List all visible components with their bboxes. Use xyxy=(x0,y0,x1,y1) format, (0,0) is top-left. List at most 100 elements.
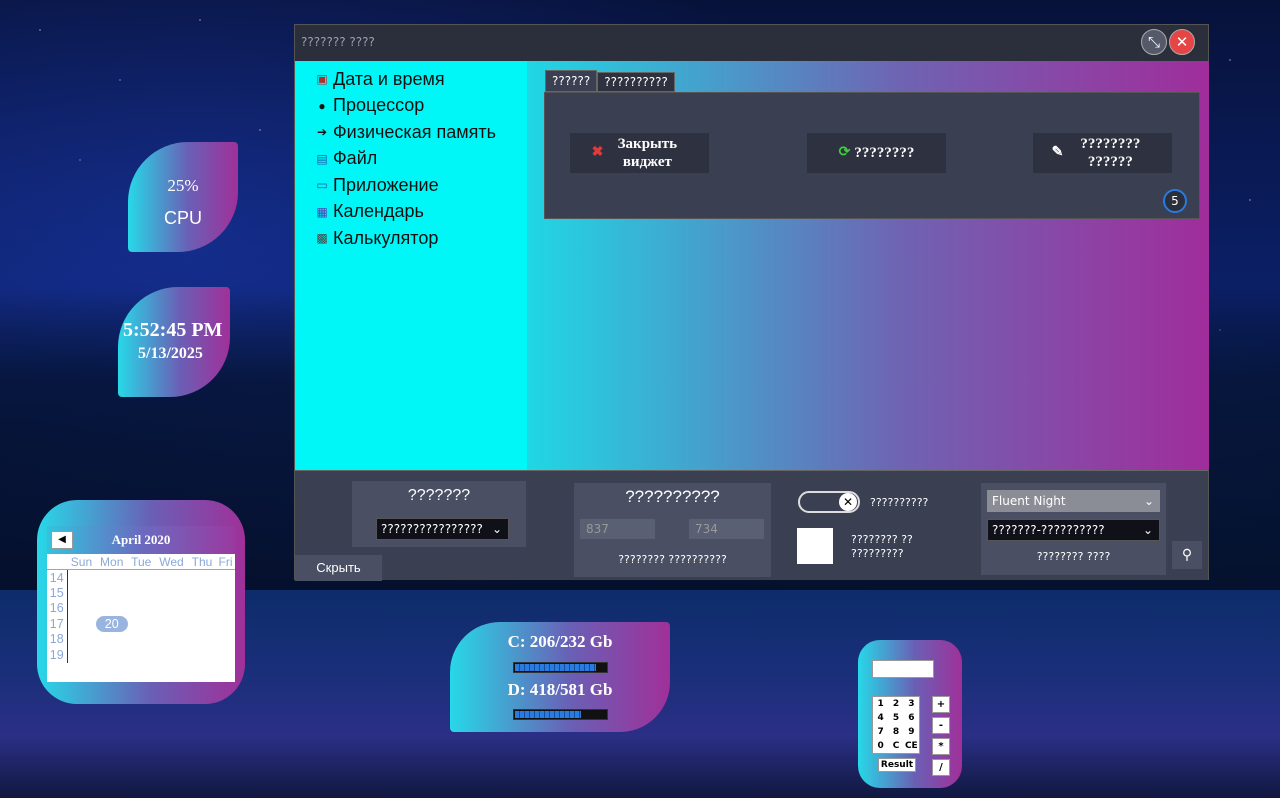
calc-key[interactable]: 2 xyxy=(888,697,903,711)
calc-divide-button[interactable]: / xyxy=(932,759,950,776)
calendar-day[interactable]: 8 xyxy=(155,585,188,601)
calendar-day[interactable]: 13 xyxy=(96,601,128,617)
calendar-day[interactable]: 30 xyxy=(96,570,128,586)
calendar-day[interactable]: 21 xyxy=(128,616,155,632)
calendar-day[interactable]: 8 xyxy=(216,647,235,663)
calendar-day[interactable]: 22 xyxy=(155,616,188,632)
binoculars-icon[interactable]: ⚲ xyxy=(1172,541,1202,569)
close-widget-button[interactable]: ✖ Закрыть виджет xyxy=(570,133,709,173)
calendar-day[interactable]: 27 xyxy=(96,632,128,648)
disk-widget[interactable]: C: 206/232 Gb D: 418/581 Gb xyxy=(450,622,670,732)
group-header: ??????? xyxy=(407,487,471,504)
tab-general[interactable]: ?????? xyxy=(545,70,598,92)
calendar-day[interactable]: 6 xyxy=(96,585,128,601)
calc-key-ce[interactable]: CE xyxy=(904,739,919,753)
theme-dropdown[interactable]: Fluent Night ⌄ xyxy=(987,490,1160,512)
calendar-day[interactable]: 3 xyxy=(67,647,96,663)
edit-button[interactable]: ✎ ???????? ?????? xyxy=(1033,133,1172,173)
sidebar-item-file[interactable]: ▤ Файл xyxy=(295,146,527,173)
calendar-day[interactable]: 19 xyxy=(67,616,96,632)
refresh-icon: ⟳ xyxy=(838,145,851,160)
calendar-day[interactable]: 10 xyxy=(216,585,235,601)
calendar-day[interactable]: 2 xyxy=(188,570,216,586)
prev-month-button[interactable]: ◀ xyxy=(51,531,73,549)
sidebar-item-cpu[interactable]: ● Процессор xyxy=(295,93,527,120)
calendar-day[interactable]: 12 xyxy=(67,601,96,617)
calendar-day[interactable]: 4 xyxy=(96,647,128,663)
weekday-label: Thu xyxy=(188,554,217,570)
width-input[interactable]: 837 xyxy=(580,519,655,539)
calc-key[interactable]: 6 xyxy=(904,711,919,725)
calendar-widget[interactable]: ◀ April 2020 Sun Mon Tue Wed Thu Fri 14 2… xyxy=(37,500,245,704)
calc-plus-button[interactable]: + xyxy=(932,696,950,713)
calendar-day[interactable]: 7 xyxy=(128,585,155,601)
calendar-day[interactable]: 5 xyxy=(67,585,96,601)
content-area: ?????? ?????????? ✖ Закрыть виджет ⟳ ???… xyxy=(527,61,1209,470)
calendar-day[interactable]: 23 xyxy=(188,616,216,632)
calendar-day[interactable]: 24 xyxy=(216,616,235,632)
calendar-day[interactable]: 5 xyxy=(128,647,155,663)
close-icon[interactable]: ✕ xyxy=(1169,29,1195,55)
calendar-day[interactable]: 31 xyxy=(128,570,155,586)
sidebar-item-datetime[interactable]: ▣ Дата и время xyxy=(295,66,527,93)
calc-key[interactable]: 1 xyxy=(873,697,888,711)
calendar-week-row: 15 5 6 7 8 9 10 xyxy=(47,585,235,601)
calc-result-button[interactable]: Result xyxy=(878,758,916,772)
calendar-day[interactable]: 14 xyxy=(128,601,155,617)
dropdown-value: ???????-?????????? xyxy=(992,523,1105,537)
arrow-right-icon: ➔ xyxy=(316,125,328,140)
toggle-switch[interactable]: ✕ xyxy=(798,491,860,513)
calendar-day[interactable]: 20 xyxy=(95,616,128,632)
style-dropdown[interactable]: ???????-?????????? ⌄ xyxy=(987,519,1160,541)
window-titlebar[interactable]: ??????? ???? ⤡ ✕ xyxy=(295,25,1208,61)
calendar-day[interactable]: 17 xyxy=(216,601,235,617)
calendar-day[interactable]: 6 xyxy=(155,647,188,663)
height-input[interactable]: 734 xyxy=(689,519,764,539)
calendar-day[interactable]: 9 xyxy=(188,585,216,601)
clock-date: 5/13/2025 xyxy=(138,345,203,362)
calculator-widget[interactable]: 1 2 3 4 5 6 7 8 9 0 C CE + - * / Result xyxy=(858,640,962,788)
sidebar-item-calculator[interactable]: ▩ Калькулятор xyxy=(295,225,527,252)
position-dropdown[interactable]: ???????????????? ⌄ xyxy=(376,518,509,540)
calc-minus-button[interactable]: - xyxy=(932,717,950,734)
calc-key[interactable]: 8 xyxy=(888,725,903,739)
calendar-day[interactable]: 30 xyxy=(188,632,216,648)
calendar-day[interactable]: 28 xyxy=(128,632,155,648)
calc-key[interactable]: 4 xyxy=(873,711,888,725)
calculator-display[interactable] xyxy=(872,660,934,678)
calendar-day[interactable]: 1 xyxy=(155,570,188,586)
calendar-day[interactable]: 16 xyxy=(188,601,216,617)
calendar-day[interactable]: 29 xyxy=(155,632,188,648)
button-label: Закрыть виджет xyxy=(617,136,678,170)
cpu-icon: ● xyxy=(318,98,326,113)
calendar-day[interactable]: 7 xyxy=(188,647,216,663)
calc-key[interactable]: 0 xyxy=(873,739,888,753)
toggle-label: ?????????? xyxy=(870,496,929,509)
restore-icon[interactable]: ⤡ xyxy=(1141,29,1167,55)
week-number-header xyxy=(47,554,67,570)
window-title: ??????? ???? xyxy=(301,35,375,49)
calc-key[interactable]: 9 xyxy=(904,725,919,739)
sidebar-item-calendar[interactable]: ▦ Календарь xyxy=(295,199,527,226)
refresh-button[interactable]: ⟳ ???????? xyxy=(807,133,946,173)
hide-button[interactable]: Скрыть xyxy=(295,555,382,581)
calendar-panel: ◀ April 2020 Sun Mon Tue Wed Thu Fri 14 2… xyxy=(47,526,235,682)
calc-key[interactable]: 5 xyxy=(888,711,903,725)
sidebar-item-memory[interactable]: ➔ Физическая память xyxy=(295,119,527,146)
disk-d-progress xyxy=(513,709,608,720)
calc-multiply-button[interactable]: * xyxy=(932,738,950,755)
calc-key[interactable]: C xyxy=(888,739,903,753)
calc-key[interactable]: 7 xyxy=(873,725,888,739)
color-swatch[interactable] xyxy=(797,528,833,564)
tab-settings[interactable]: ?????????? xyxy=(597,72,675,92)
cpu-widget[interactable]: 25% CPU xyxy=(128,142,238,252)
calendar-day[interactable]: 1 xyxy=(216,632,235,648)
button-label: ???????? xyxy=(854,145,915,161)
calendar-day[interactable]: 15 xyxy=(155,601,188,617)
calendar-day[interactable]: 26 xyxy=(67,632,96,648)
weekday-label: Mon xyxy=(95,554,128,570)
sidebar-item-application[interactable]: ▭ Приложение xyxy=(295,172,527,199)
calc-key[interactable]: 3 xyxy=(904,697,919,711)
calendar-day[interactable]: 3 xyxy=(216,570,235,586)
calendar-day[interactable]: 29 xyxy=(67,570,96,586)
